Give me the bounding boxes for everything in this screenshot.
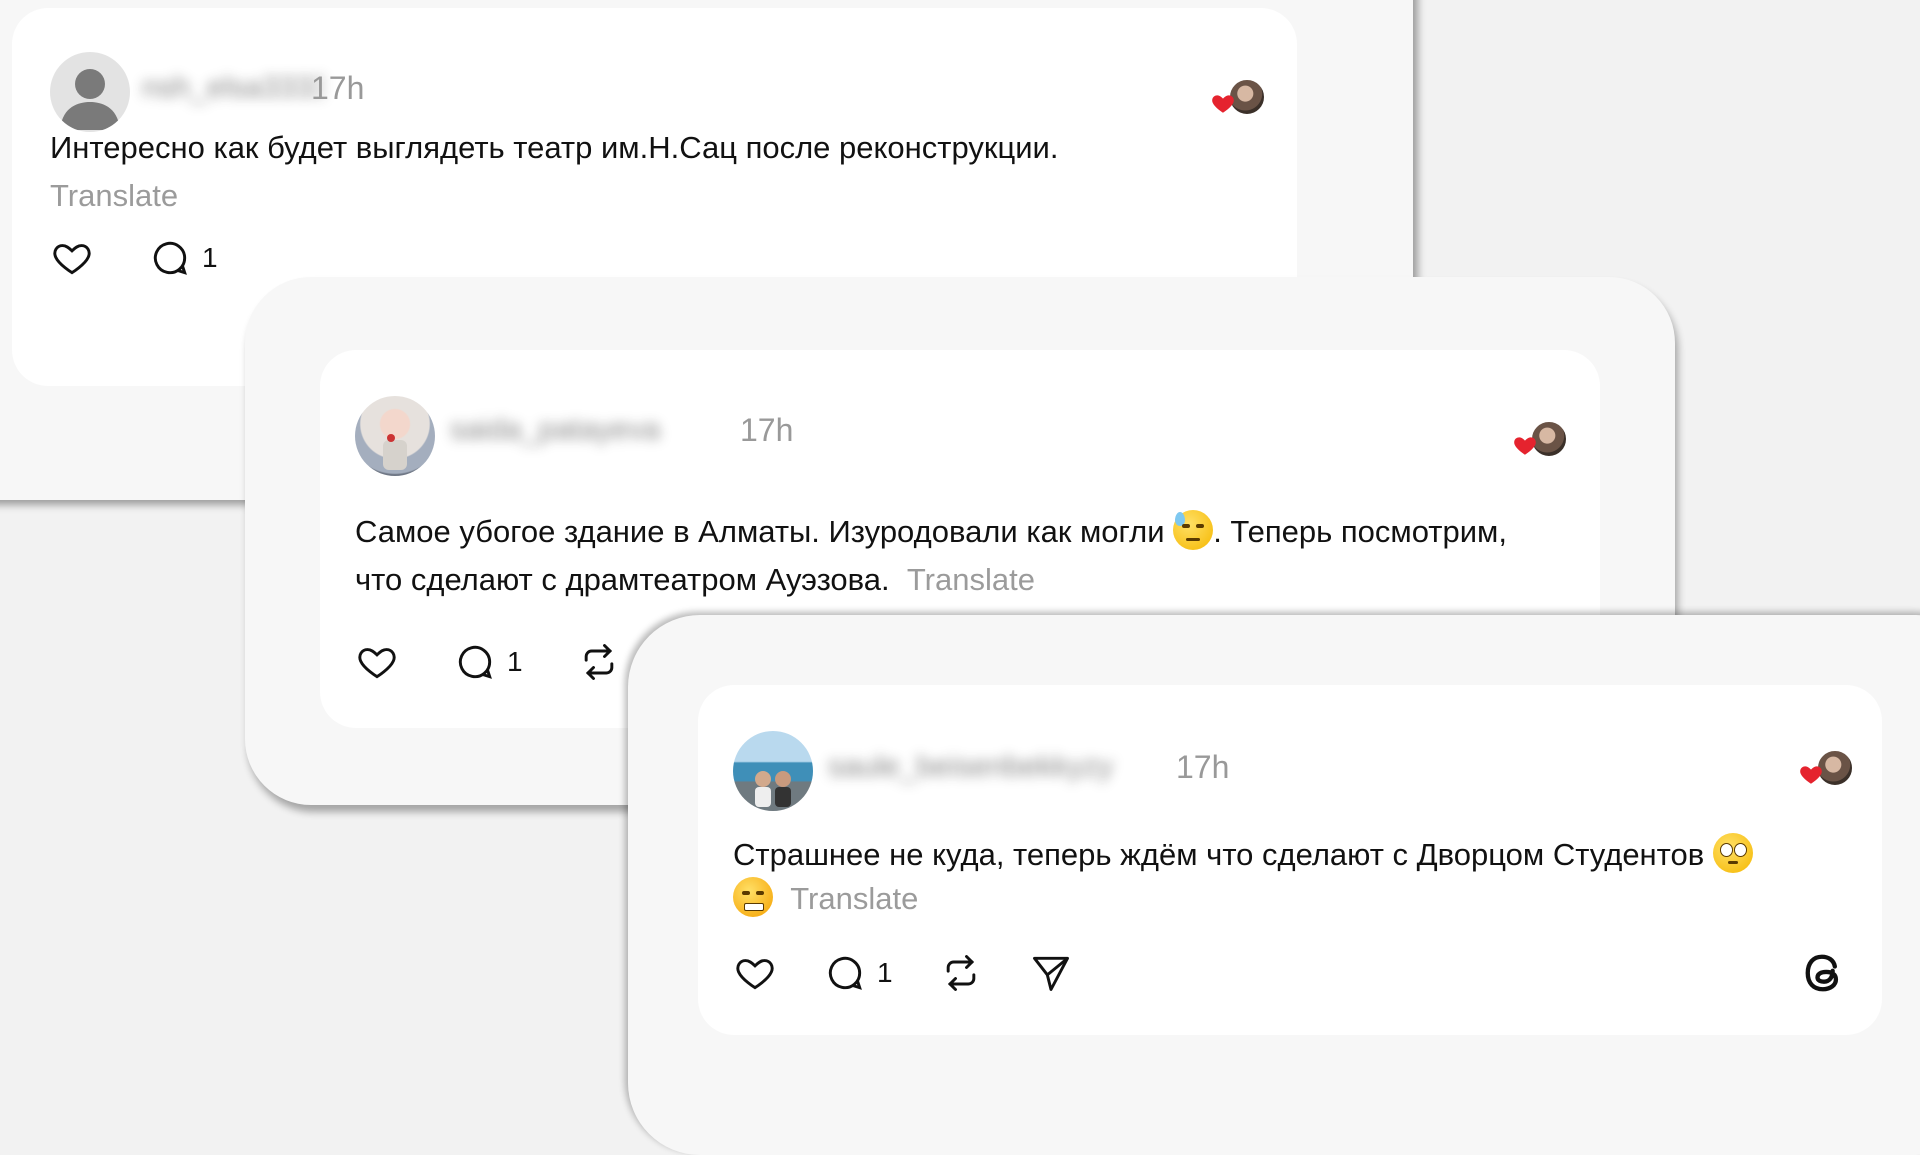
comment-bubble-icon — [458, 645, 492, 679]
avatar-default-user-icon[interactable] — [50, 52, 130, 132]
translate-link[interactable]: Translate — [790, 881, 918, 916]
post-actions: 1 — [50, 236, 218, 280]
repost-icon — [946, 955, 975, 991]
repost-button[interactable] — [577, 640, 621, 684]
reply-count: 1 — [877, 957, 893, 988]
liked-by-avatar[interactable] — [1512, 420, 1568, 460]
post-username[interactable]: saida_patayeva — [450, 412, 716, 448]
post-text: Страшнее не куда, теперь ждём что сделаю… — [733, 833, 1843, 921]
post-body-part1: Самое убогое здание в Алматы. Изуродовал… — [355, 514, 1165, 549]
threads-logo-icon — [1805, 954, 1839, 992]
post-body: Страшнее не куда, теперь ждём что сделаю… — [733, 837, 1705, 872]
heart-outline-icon — [736, 959, 774, 990]
post-username[interactable]: nsh_elsa33333 — [142, 70, 324, 106]
liked-by-avatar[interactable] — [1798, 749, 1854, 789]
reply-button[interactable]: 1 — [453, 640, 523, 684]
avatar-photo[interactable] — [733, 731, 813, 811]
downcast-sweat-face-icon — [1173, 510, 1214, 550]
heart-filled-icon — [1514, 437, 1536, 455]
post-time: 17h — [740, 412, 794, 448]
translate-link[interactable]: Translate — [907, 562, 1035, 597]
face-with-steam-from-nose-icon — [733, 877, 773, 917]
post-body: Интересно как будет выглядеть театр им.Н… — [50, 130, 1059, 165]
avatar-photo[interactable] — [355, 396, 435, 476]
post-actions: 1 — [355, 640, 621, 684]
like-button[interactable] — [355, 640, 399, 684]
translate-link[interactable]: Translate — [50, 178, 178, 213]
heart-filled-icon — [1800, 766, 1822, 784]
post-text: Интересно как будет выглядеть театр им.Н… — [50, 124, 1260, 220]
post-time: 17h — [1176, 749, 1230, 785]
comment-bubble-icon — [153, 241, 187, 275]
reply-button[interactable]: 1 — [823, 951, 893, 995]
post-text: Самое убогое здание в Алматы. Изуродовал… — [355, 508, 1515, 604]
heart-outline-icon — [53, 244, 91, 275]
post-time: 17h — [311, 70, 365, 106]
post-actions: 1 — [733, 951, 1073, 995]
send-paper-plane-icon — [1032, 956, 1069, 991]
heart-filled-icon — [1212, 95, 1234, 113]
reply-count: 1 — [202, 242, 218, 273]
comment-bubble-icon — [828, 956, 862, 990]
heart-outline-icon — [358, 648, 396, 679]
face-with-rolling-eyes-icon — [1712, 833, 1753, 873]
share-button[interactable] — [1029, 951, 1073, 995]
reply-count: 1 — [507, 646, 523, 677]
liked-by-avatar[interactable] — [1210, 78, 1266, 118]
reply-button[interactable]: 1 — [148, 236, 218, 280]
like-button[interactable] — [50, 236, 94, 280]
repost-button[interactable] — [939, 951, 983, 995]
like-button[interactable] — [733, 951, 777, 995]
repost-icon — [584, 644, 613, 680]
post-card-3: saule_beisenbekkyzy 17h Страшнее не куда… — [698, 685, 1882, 1035]
post-username[interactable]: saule_beisenbekkyzy — [828, 749, 1160, 785]
